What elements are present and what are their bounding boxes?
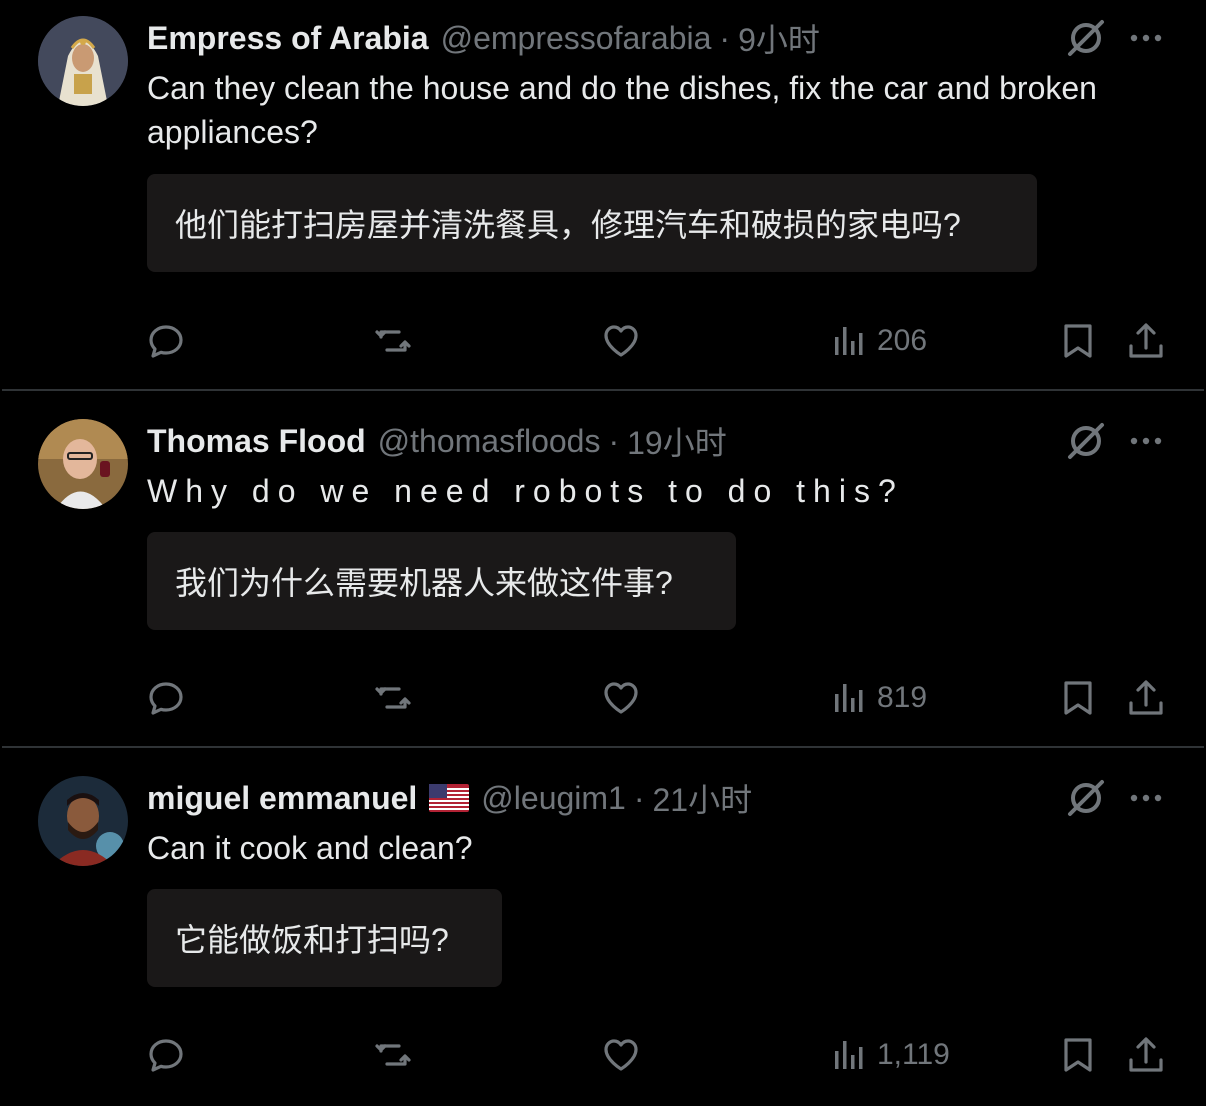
heart-icon <box>604 682 638 714</box>
handle[interactable]: @leugim1 <box>481 780 626 817</box>
action-bar: 206 <box>0 316 1206 366</box>
more-icon[interactable] <box>1124 776 1168 820</box>
reply-button[interactable] <box>146 1030 186 1080</box>
heart-icon <box>604 1039 638 1071</box>
share-button[interactable] <box>1126 1030 1166 1080</box>
bookmark-icon <box>1064 1038 1092 1072</box>
tweet-2[interactable]: Thomas Flood @thomasfloods · 19小时 Why do… <box>0 391 1206 747</box>
bookmark-button[interactable] <box>1058 673 1098 723</box>
share-icon <box>1129 680 1163 715</box>
timestamp[interactable]: 19小时 <box>627 418 727 464</box>
bookmark-icon <box>1064 681 1092 715</box>
repost-button[interactable] <box>373 316 413 366</box>
avatar[interactable] <box>38 419 128 509</box>
avatar[interactable] <box>38 16 128 106</box>
separator-dot: · <box>719 19 731 56</box>
reply-icon <box>149 682 183 715</box>
views-button[interactable]: 1,119 <box>829 1030 950 1080</box>
like-button[interactable] <box>601 1030 641 1080</box>
display-name[interactable]: miguel emmanuel <box>147 780 417 817</box>
translation-box: 我们为什么需要机器人来做这件事? <box>147 532 736 630</box>
grok-icon[interactable] <box>1064 16 1108 60</box>
display-name[interactable]: Empress of Arabia <box>147 20 429 57</box>
views-icon <box>835 684 863 712</box>
view-count: 206 <box>877 324 928 357</box>
repost-icon <box>375 1044 411 1066</box>
views-button[interactable]: 206 <box>829 316 927 366</box>
display-name[interactable]: Thomas Flood <box>147 423 366 460</box>
us-flag-icon <box>429 784 470 812</box>
separator-dot: · <box>608 422 620 459</box>
views-button[interactable]: 819 <box>829 673 927 723</box>
share-icon <box>1129 1037 1163 1072</box>
action-bar: 819 <box>0 673 1206 723</box>
bookmark-button[interactable] <box>1058 316 1098 366</box>
translation-box: 他们能打扫房屋并清洗餐具，修理汽车和破损的家电吗? <box>147 174 1037 272</box>
tweet-text: Can it cook and clean? <box>147 830 473 866</box>
share-button[interactable] <box>1126 316 1166 366</box>
tweet-3[interactable]: miguel emmanuel @leugim1 · 21小时 Can it c… <box>0 748 1206 1106</box>
reply-icon <box>149 1039 183 1072</box>
share-icon <box>1129 323 1163 358</box>
more-icon[interactable] <box>1124 16 1168 60</box>
reply-icon <box>149 325 183 358</box>
bookmark-button[interactable] <box>1058 1030 1098 1080</box>
tweet-header: miguel emmanuel @leugim1 · 21小时 <box>147 776 752 820</box>
bookmark-icon <box>1064 324 1092 358</box>
reply-feed: Empress of Arabia @empressofarabia · 9小时… <box>0 0 1206 1106</box>
view-count: 1,119 <box>877 1038 950 1071</box>
grok-icon[interactable] <box>1064 776 1108 820</box>
reply-button[interactable] <box>146 316 186 366</box>
tweet-1[interactable]: Empress of Arabia @empressofarabia · 9小时… <box>0 0 1206 390</box>
like-button[interactable] <box>601 673 641 723</box>
repost-button[interactable] <box>373 673 413 723</box>
timestamp[interactable]: 9小时 <box>738 15 820 61</box>
timestamp[interactable]: 21小时 <box>653 775 753 821</box>
handle[interactable]: @empressofarabia <box>441 20 712 57</box>
repost-icon <box>375 687 411 709</box>
heart-icon <box>604 325 638 357</box>
avatar[interactable] <box>38 776 128 866</box>
more-icon[interactable] <box>1124 419 1168 463</box>
repost-icon <box>375 330 411 352</box>
handle[interactable]: @thomasfloods <box>378 423 601 460</box>
tweet-text: Why do we need robots to do this? <box>147 473 904 509</box>
tweet-header: Thomas Flood @thomasfloods · 19小时 <box>147 419 727 463</box>
action-bar: 1,119 <box>0 1030 1206 1080</box>
separator-dot: · <box>633 779 645 816</box>
repost-button[interactable] <box>373 1030 413 1080</box>
views-icon <box>835 327 863 355</box>
views-icon <box>835 1041 863 1069</box>
grok-icon[interactable] <box>1064 419 1108 463</box>
like-button[interactable] <box>601 316 641 366</box>
translation-box: 它能做饭和打扫吗? <box>147 889 502 987</box>
tweet-header: Empress of Arabia @empressofarabia · 9小时 <box>147 16 820 60</box>
share-button[interactable] <box>1126 673 1166 723</box>
view-count: 819 <box>877 681 928 714</box>
reply-button[interactable] <box>146 673 186 723</box>
tweet-text: Can they clean the house and do the dish… <box>147 70 1097 150</box>
